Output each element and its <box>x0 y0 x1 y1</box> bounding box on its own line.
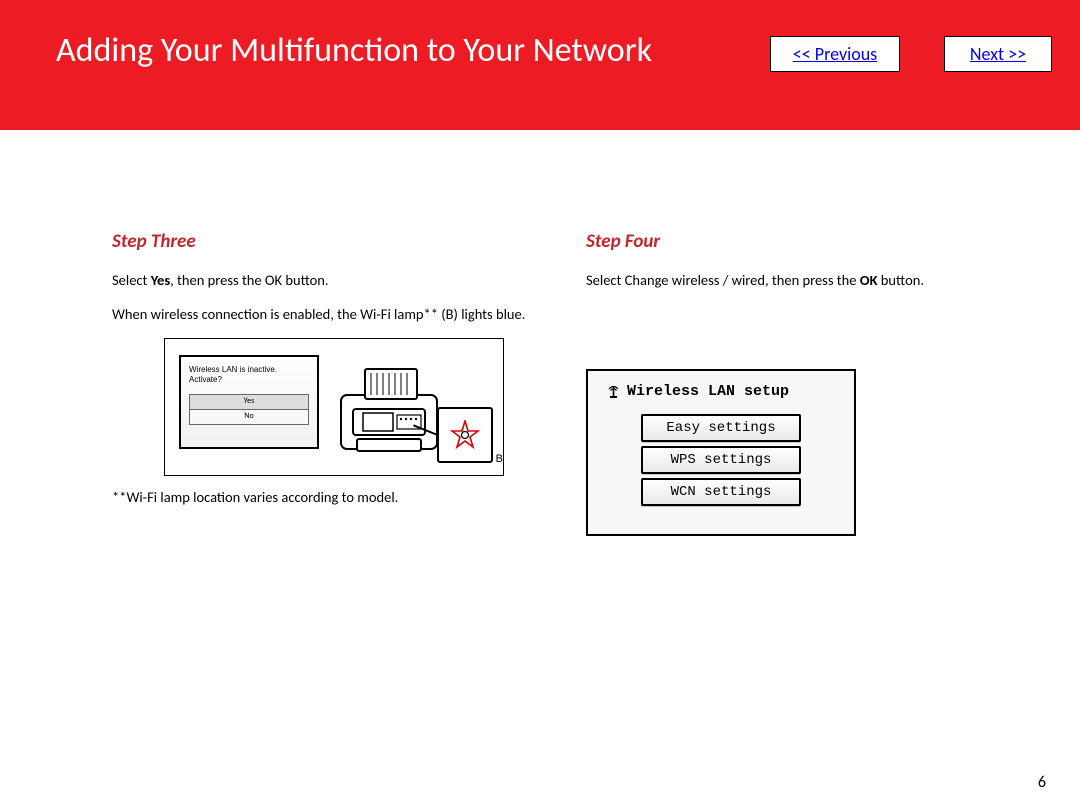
text: Select <box>112 271 151 289</box>
content-area: Step Three Select Yes, then press the OK… <box>0 130 1080 576</box>
step-four-figure: Wireless LAN setup Easy settings WPS set… <box>586 369 856 536</box>
dialog-option-yes: Yes <box>190 395 308 410</box>
dialog-line-2: Activate? <box>189 375 309 385</box>
panel-title-text: Wireless LAN setup <box>627 383 789 400</box>
easy-settings-button: Easy settings <box>641 414 801 442</box>
dialog-option-no: No <box>190 410 308 424</box>
step-three-figure: Wireless LAN is inactive. Activate? Yes … <box>164 338 504 476</box>
step-four-heading: Step Four <box>586 230 1020 253</box>
step-three-column: Step Three Select Yes, then press the OK… <box>112 230 546 536</box>
bold-text: Yes <box>151 271 170 289</box>
wifi-lamp-callout: B <box>437 407 493 463</box>
wireless-lan-setup-title: Wireless LAN setup <box>606 383 840 400</box>
nav-button-group: << Previous Next >> <box>770 36 1052 72</box>
text: Select Change wireless / wired, then pre… <box>586 271 860 289</box>
step-three-instruction-1: Select Yes, then press the OK button. <box>112 271 546 291</box>
wifi-lamp-star-icon <box>450 420 480 450</box>
text: , then press the OK button. <box>170 271 328 289</box>
header-bar: Adding Your Multifunction to Your Networ… <box>0 0 1080 130</box>
callout-label-b: B <box>496 453 503 465</box>
next-button[interactable]: Next >> <box>944 36 1052 72</box>
antenna-icon <box>606 384 621 398</box>
printer-illustration-icon <box>335 353 445 461</box>
dialog-line-1: Wireless LAN is inactive. <box>189 365 309 375</box>
step-four-instruction-1: Select Change wireless / wired, then pre… <box>586 271 1020 291</box>
wcn-settings-button: WCN settings <box>641 478 801 506</box>
bold-text: OK <box>860 271 878 289</box>
step-three-instruction-2: When wireless connection is enabled, the… <box>112 305 546 325</box>
wps-settings-button: WPS settings <box>641 446 801 474</box>
previous-button[interactable]: << Previous <box>770 36 900 72</box>
text: button. <box>878 271 925 289</box>
step-three-heading: Step Three <box>112 230 546 253</box>
step-three-footnote: **Wi-Fi lamp location varies according t… <box>112 488 546 506</box>
step-four-column: Step Four Select Change wireless / wired… <box>586 230 1020 536</box>
page-number: 6 <box>1038 773 1046 792</box>
printer-dialog-screen: Wireless LAN is inactive. Activate? Yes … <box>179 355 319 449</box>
